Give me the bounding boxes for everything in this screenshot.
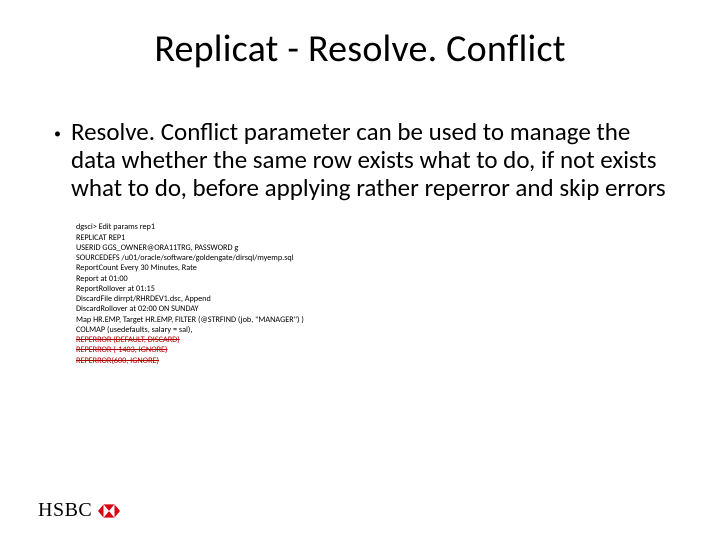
code-line: ReportCount Every 30 Minutes, Rate — [76, 263, 197, 273]
code-block: dgsci> Edit params rep1 REPLICAT REP1 US… — [76, 212, 666, 376]
slide: Replicat - Resolve. Conflict • Resolve. … — [0, 0, 720, 540]
code-line: REPLICAT REP1 — [76, 233, 125, 243]
code-line: SOURCEDEFS /u01/oracle/software/goldenga… — [76, 253, 294, 263]
code-line-strike: REPERROR (-1403, IGNORE) — [76, 345, 168, 355]
code-line: USERID GGS_OWNER@ORA11TRG, PASSWORD g — [76, 243, 238, 253]
code-line: DiscardFile dirrpt/RHRDEV1.dsc, Append — [76, 294, 211, 304]
slide-body: • Resolve. Conflict parameter can be use… — [54, 118, 666, 376]
bullet-dot: • — [54, 118, 61, 142]
code-line: ReportRollover at 01:15 — [76, 284, 155, 294]
code-line: Report at 01:00 — [76, 274, 128, 284]
code-line: Map HR.EMP, Target HR.EMP, FILTER (@STRF… — [76, 315, 304, 325]
code-line: dgsci> Edit params rep1 — [76, 222, 155, 232]
bullet-item: • Resolve. Conflict parameter can be use… — [54, 118, 666, 202]
hsbc-hex-icon — [98, 500, 120, 522]
slide-title: Replicat - Resolve. Conflict — [0, 26, 720, 72]
bullet-text: Resolve. Conflict parameter can be used … — [71, 118, 666, 202]
hsbc-logo-text: HSBC — [38, 499, 92, 522]
hsbc-logo: HSBC — [38, 499, 120, 522]
code-line-strike: REPERROR (DEFAULT, DISCARD) — [76, 335, 180, 345]
code-line: COLMAP (usedefaults, salary = sal), — [76, 325, 192, 335]
code-line-strike: REPERROR(600, IGNORE) — [76, 356, 159, 366]
code-line: DiscardRollover at 02:00 ON SUNDAY — [76, 304, 199, 314]
